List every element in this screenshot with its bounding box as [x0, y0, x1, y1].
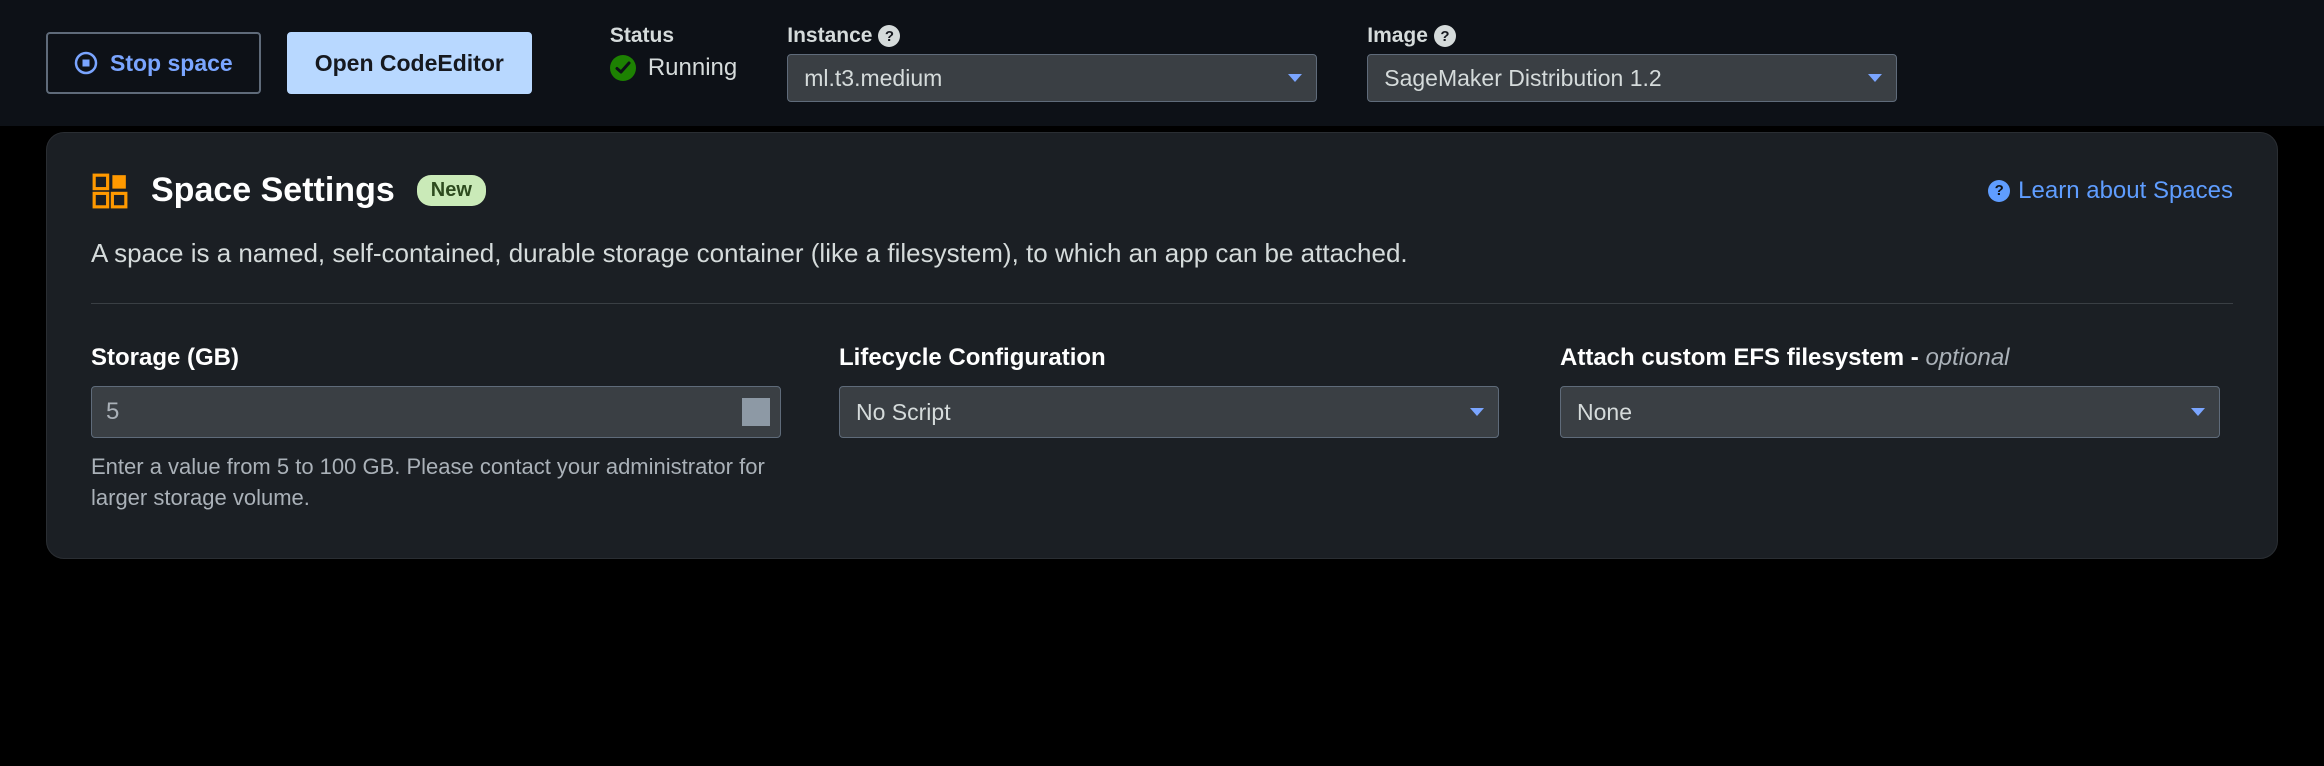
- efs-label-optional: optional: [1925, 344, 2009, 371]
- toolbar-meta: Status Running Instance ? ml.t3.medium I…: [610, 24, 1897, 102]
- storage-stepper[interactable]: [742, 398, 770, 426]
- image-group: Image ? SageMaker Distribution 1.2: [1367, 24, 1897, 102]
- storage-column: Storage (GB) Enter a value from 5 to 100…: [91, 344, 791, 514]
- instance-group: Instance ? ml.t3.medium: [787, 24, 1317, 102]
- efs-column: Attach custom EFS filesystem - optional …: [1560, 344, 2233, 514]
- instance-select-value: ml.t3.medium: [804, 65, 942, 92]
- efs-label-prefix: Attach custom EFS filesystem -: [1560, 344, 1925, 371]
- image-select-value: SageMaker Distribution 1.2: [1384, 65, 1661, 92]
- help-icon[interactable]: ?: [1434, 25, 1456, 47]
- storage-label: Storage (GB): [91, 344, 791, 372]
- image-select[interactable]: SageMaker Distribution 1.2: [1367, 54, 1897, 102]
- help-icon: ?: [1988, 180, 2010, 202]
- status-value: Running: [648, 54, 737, 82]
- lifecycle-label: Lifecycle Configuration: [839, 344, 1512, 372]
- panel-description: A space is a named, self-contained, dura…: [91, 238, 2233, 269]
- panel-header-left: Space Settings New: [91, 171, 486, 210]
- status-value-row: Running: [610, 54, 737, 82]
- learn-link-text: Learn about Spaces: [2018, 177, 2233, 205]
- panel-header: Space Settings New ? Learn about Spaces: [91, 171, 2233, 210]
- efs-label: Attach custom EFS filesystem - optional: [1560, 344, 2233, 372]
- stop-icon: [74, 51, 98, 75]
- stop-space-button[interactable]: Stop space: [46, 32, 261, 94]
- divider: [91, 303, 2233, 304]
- open-codeeditor-label: Open CodeEditor: [315, 50, 504, 77]
- lifecycle-select[interactable]: No Script: [839, 386, 1499, 438]
- panel-title: Space Settings: [151, 171, 395, 210]
- open-codeeditor-button[interactable]: Open CodeEditor: [287, 32, 532, 94]
- chevron-down-icon: [1470, 408, 1484, 416]
- space-settings-panel: Space Settings New ? Learn about Spaces …: [46, 132, 2278, 559]
- efs-select[interactable]: None: [1560, 386, 2220, 438]
- chevron-down-icon: [1868, 74, 1882, 82]
- instance-label: Instance ?: [787, 24, 1317, 48]
- image-label-text: Image: [1367, 24, 1428, 48]
- chevron-down-icon: [2191, 408, 2205, 416]
- learn-about-spaces-link[interactable]: ? Learn about Spaces: [1988, 177, 2233, 205]
- lifecycle-select-value: No Script: [856, 399, 951, 426]
- instance-select[interactable]: ml.t3.medium: [787, 54, 1317, 102]
- stop-space-label: Stop space: [110, 50, 233, 77]
- status-label: Status: [610, 24, 737, 48]
- help-icon[interactable]: ?: [878, 25, 900, 47]
- chevron-down-icon: [1288, 74, 1302, 82]
- settings-grid: Storage (GB) Enter a value from 5 to 100…: [91, 344, 2233, 514]
- toolbar-actions: Stop space Open CodeEditor: [46, 32, 532, 94]
- lifecycle-column: Lifecycle Configuration No Script: [839, 344, 1512, 514]
- new-badge: New: [417, 175, 486, 206]
- instance-label-text: Instance: [787, 24, 872, 48]
- space-settings-icon: [91, 172, 129, 210]
- storage-input[interactable]: [106, 398, 766, 426]
- storage-hint: Enter a value from 5 to 100 GB. Please c…: [91, 452, 781, 514]
- toolbar: Stop space Open CodeEditor Status Runnin…: [0, 0, 2324, 126]
- storage-input-wrap: [91, 386, 781, 438]
- status-check-icon: [610, 55, 636, 81]
- status-group: Status Running: [610, 24, 737, 82]
- efs-select-value: None: [1577, 399, 1632, 426]
- image-label: Image ?: [1367, 24, 1897, 48]
